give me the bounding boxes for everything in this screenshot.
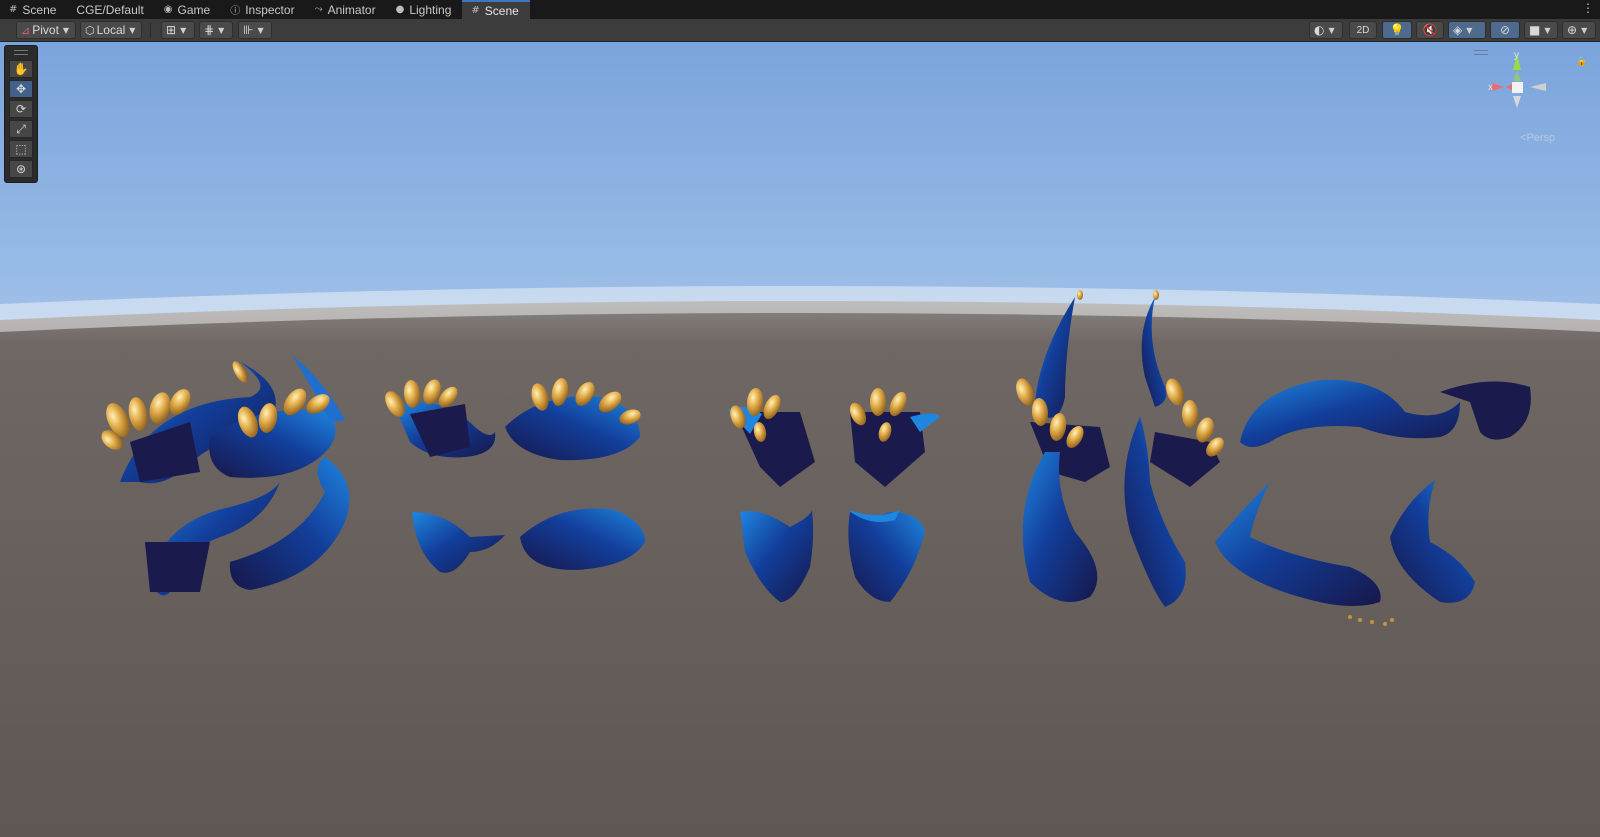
- tool-palette: ✋ ✥ ⟳ ⤢ ⬚ ⊛: [4, 45, 38, 183]
- ruler-icon: ⊪: [243, 23, 254, 37]
- effects-dropdown[interactable]: ◈ ▼: [1448, 21, 1486, 39]
- lighting-toggle-button[interactable]: 💡: [1382, 21, 1412, 39]
- axis-x-label: x: [1488, 82, 1493, 93]
- eye-slash-icon: ⊘: [1499, 23, 1511, 37]
- bulb-icon: ●: [395, 4, 405, 15]
- tab-cge-default[interactable]: CGE/Default: [67, 0, 154, 19]
- hand-icon: ✋: [13, 62, 29, 76]
- chevron-down-icon: ▼: [62, 25, 70, 35]
- move-tool-button[interactable]: ✥: [9, 80, 33, 98]
- tab-label: Animator: [327, 2, 376, 17]
- rect-icon: ⬚: [15, 142, 27, 156]
- gamepad-icon: ◉: [163, 4, 173, 15]
- pivot-icon: ⊿: [21, 23, 31, 37]
- tab-label: Inspector: [245, 2, 295, 17]
- orientation-gizmo[interactable]: 🔒 y x <Persp: [1474, 48, 1590, 148]
- pivot-label: Pivot: [32, 23, 59, 37]
- drag-handle-icon[interactable]: [1474, 50, 1488, 55]
- chevron-down-icon: ▼: [1581, 25, 1588, 35]
- tab-label: CGE/Default: [76, 2, 144, 17]
- scene-viewport[interactable]: [0, 42, 1600, 837]
- scene-render: [0, 42, 1600, 837]
- axis-gizmo-icon: [1492, 54, 1546, 108]
- toolbar-divider: [150, 23, 151, 38]
- chevron-down-icon: ▼: [180, 25, 187, 35]
- chevron-down-icon: ▼: [257, 25, 264, 35]
- projection-toggle[interactable]: <Persp: [1520, 132, 1555, 144]
- transform-tool-button[interactable]: ⊛: [9, 160, 33, 178]
- pivot-dropdown[interactable]: ⊿ Pivot ▼: [16, 21, 76, 39]
- grid-snap-dropdown[interactable]: ⊞ ▼: [161, 21, 195, 39]
- scale-icon: ⤢: [16, 121, 26, 136]
- tab-label: Scene: [484, 3, 519, 18]
- sphere-icon: ◐: [1314, 23, 1325, 37]
- bulb-icon: 💡: [1389, 23, 1405, 37]
- audio-toggle-button[interactable]: 🔇: [1416, 21, 1444, 39]
- chevron-down-icon: ▼: [1466, 25, 1473, 35]
- tab-scene-1[interactable]: # Scene: [0, 0, 67, 19]
- scene-visibility-button[interactable]: ⊘: [1490, 21, 1520, 39]
- grid-visibility-dropdown[interactable]: ⋕ ▼: [199, 21, 233, 39]
- transform-icon: ⊛: [15, 162, 27, 176]
- chevron-down-icon: ▼: [129, 25, 136, 35]
- tab-game[interactable]: ◉ Game: [155, 0, 221, 19]
- grid-icon: #: [471, 5, 480, 16]
- cube-icon: ⬡: [85, 23, 95, 37]
- tab-scene-active[interactable]: # Scene: [462, 0, 530, 19]
- increment-snap-dropdown[interactable]: ⊪ ▼: [238, 21, 272, 39]
- grid-icon: ⋕: [204, 23, 215, 37]
- hand-tool-button[interactable]: ✋: [9, 60, 33, 78]
- scale-tool-button[interactable]: ⤢: [9, 120, 33, 138]
- mode-2d-label: 2D: [1356, 24, 1370, 36]
- drag-handle-icon[interactable]: [14, 50, 28, 55]
- info-icon: ⓘ: [230, 6, 241, 17]
- gizmo-globe-icon: ⊕: [1567, 23, 1578, 37]
- camera-dropdown[interactable]: ■ ▼: [1524, 21, 1558, 39]
- tab-lighting[interactable]: ● Lighting: [387, 0, 463, 19]
- tab-label: Scene: [22, 2, 57, 17]
- kebab-menu-icon[interactable]: ⋮: [1582, 1, 1594, 15]
- scene-toolbar: ⊿ Pivot ▼ ⬡ Local ▼ ⊞ ▼ ⋕ ▼ ⊪ ▼ ◐ ▼ 2D 💡…: [0, 19, 1600, 42]
- shading-mode-dropdown[interactable]: ◐ ▼: [1309, 21, 1343, 39]
- toggle-2d-button[interactable]: 2D: [1349, 21, 1377, 39]
- layers-icon: ◈: [1453, 23, 1463, 37]
- axis-y-label: y: [1514, 50, 1519, 61]
- grid-snap-icon: ⊞: [166, 23, 177, 37]
- projection-label: Persp: [1526, 132, 1556, 144]
- tab-label: Lighting: [409, 2, 452, 17]
- chevron-down-icon: ▼: [218, 25, 225, 35]
- tab-animator[interactable]: ⤳ Animator: [306, 0, 387, 19]
- chevron-down-icon: ▼: [1544, 25, 1551, 35]
- tab-inspector[interactable]: ⓘ Inspector: [221, 0, 305, 19]
- local-dropdown[interactable]: ⬡ Local ▼: [80, 21, 142, 39]
- audio-mute-icon: 🔇: [1422, 23, 1438, 37]
- tab-label: Game: [177, 2, 211, 17]
- editor-tab-bar: # Scene CGE/Default ◉ Game ⓘ Inspector ⤳ Ani…: [0, 0, 1600, 19]
- gizmos-dropdown[interactable]: ⊕ ▼: [1562, 21, 1596, 39]
- move-icon: ✥: [15, 82, 27, 96]
- rotate-icon: ⟳: [15, 102, 27, 116]
- chevron-down-icon: ▼: [1328, 25, 1335, 35]
- camera-icon: ■: [1529, 23, 1541, 37]
- lock-icon[interactable]: 🔒: [1576, 56, 1587, 67]
- animator-icon: ⤳: [314, 4, 323, 15]
- local-label: Local: [96, 23, 126, 37]
- rect-tool-button[interactable]: ⬚: [9, 140, 33, 158]
- grid-icon: #: [9, 4, 18, 15]
- rotate-tool-button[interactable]: ⟳: [9, 100, 33, 118]
